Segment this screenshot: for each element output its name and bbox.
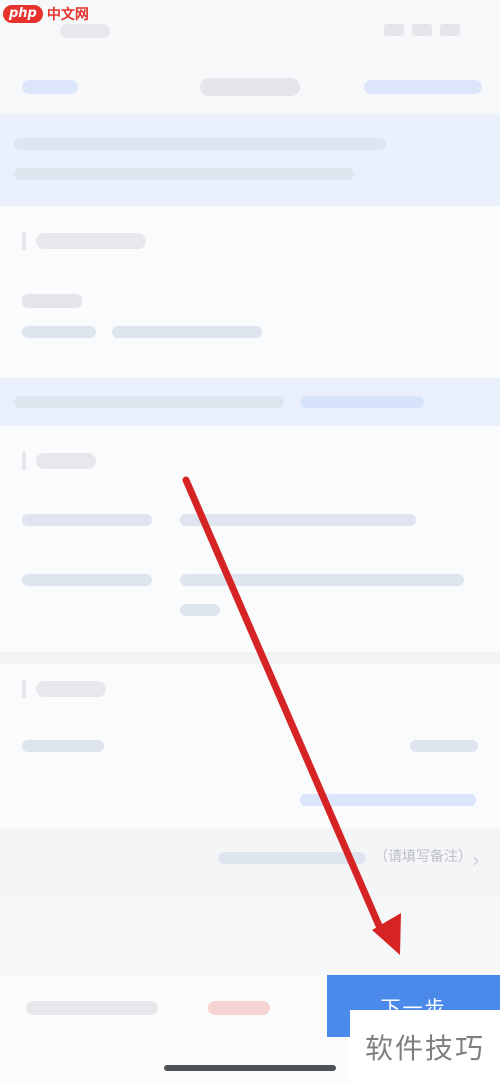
logo-text: 中文网 [46, 7, 89, 23]
watermark-text: 软件技巧 [350, 1010, 500, 1083]
arrow-shaft [182, 476, 384, 932]
phone-screen: （请填写备注） › 下一步 php 中文网 软件技巧 [0, 0, 500, 1083]
red-arrow-annotation [182, 476, 401, 955]
php-cn-logo: php 中文网 [0, 0, 89, 28]
logo-badge: php [3, 5, 43, 23]
